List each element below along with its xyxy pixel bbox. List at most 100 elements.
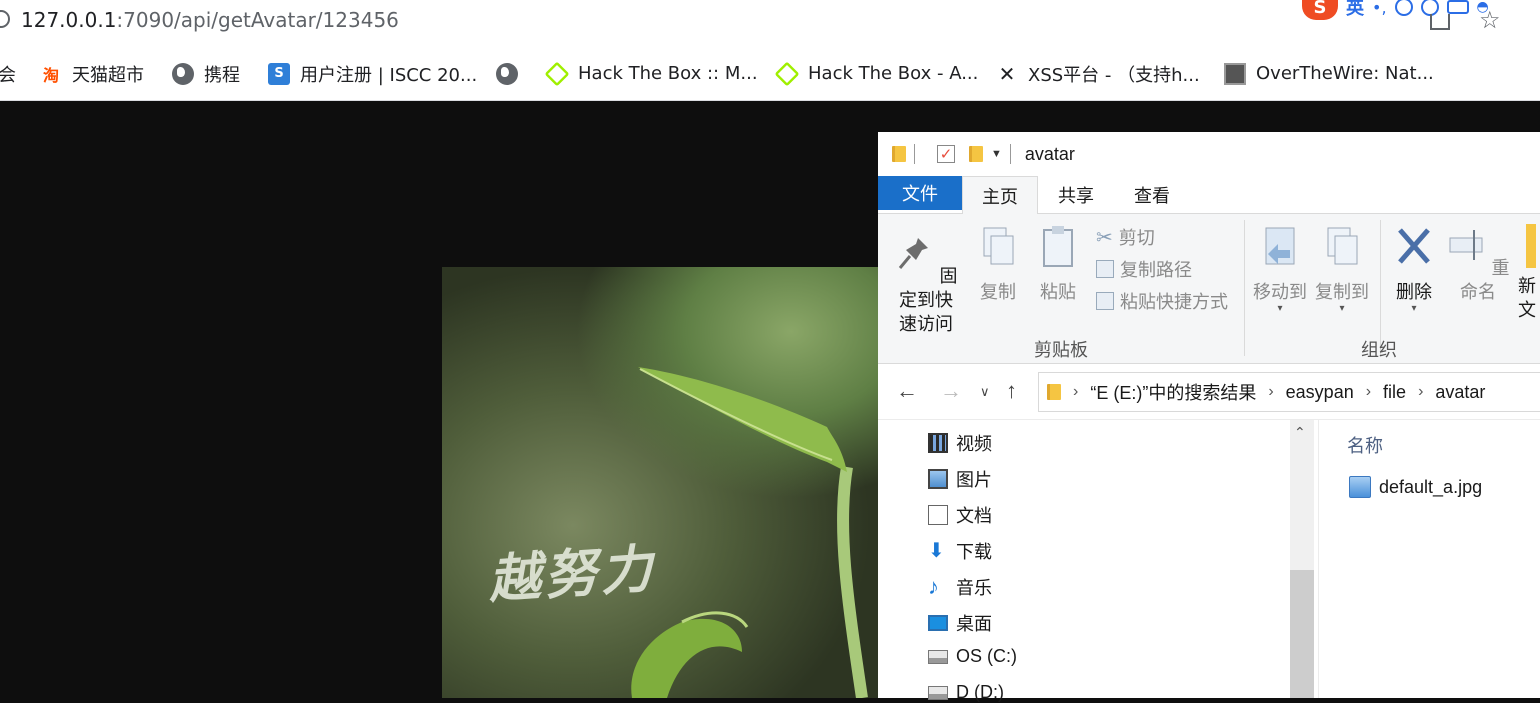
nav-item-label: 下载 [956,542,992,562]
image-file-icon [1349,476,1371,498]
new-label-line2: 文 [1518,300,1536,320]
nav-pane-scrollbar[interactable]: ⌃ [1290,420,1314,698]
tab-share[interactable]: 共享 [1058,176,1094,214]
copy-to-label: 复制到 [1315,282,1369,302]
paste-button[interactable]: 粘贴 [1030,224,1086,304]
nav-item-label: 图片 [956,470,992,490]
bookmark-item[interactable]: S 用户注册 | ISCC 20... [268,46,477,101]
move-to-icon [1265,227,1295,265]
breadcrumb-separator-icon[interactable]: › [1268,383,1273,401]
nav-item-desktop[interactable]: 桌面 [928,610,992,636]
column-header-name[interactable]: 名称 [1347,432,1383,458]
url-field[interactable]: 127.0.0.1:7090/api/getAvatar/123456 [21,8,399,32]
breadcrumb-item[interactable]: easypan [1286,382,1354,403]
breadcrumb-item[interactable]: avatar [1435,382,1485,403]
ime-toolbar: S 英 •, ◓ [1302,0,1489,20]
bookmark-label: Hack The Box - A... [808,63,979,84]
new-folder-icon[interactable] [969,146,983,162]
rename-icon [1449,230,1483,260]
window-title: avatar [1024,143,1075,164]
new-folder-icon [1526,224,1536,268]
video-icon [928,433,948,453]
downloads-icon: ⬇ [928,540,945,562]
tab-home[interactable]: 主页 [962,176,1038,215]
scroll-up-chevron-icon[interactable]: ⌃ [1294,424,1306,441]
tab-file[interactable]: 文件 [878,176,962,210]
breadcrumb-separator-icon[interactable]: › [1366,383,1371,401]
ime-keyboard-icon[interactable] [1446,0,1469,14]
avatar-image: 越努力 [442,267,878,698]
breadcrumb-item[interactable]: “E (E:)”中的搜索结果 [1090,379,1256,405]
bookmark-item[interactable]: 携程 [172,46,240,101]
move-to-button[interactable]: 移动到 ▾ [1250,224,1310,314]
breadcrumb-separator-icon[interactable]: › [1073,383,1078,401]
rename-button[interactable]: 重命名 [1446,224,1510,304]
bookmark-item[interactable]: 会 [0,46,16,101]
copy-path-button[interactable]: 复制路径 [1096,256,1192,282]
copy-path-icon [1096,260,1114,278]
bookmark-item[interactable]: Hack The Box - A... [774,46,979,101]
up-arrow-icon[interactable]: ↑ [1006,378,1017,404]
bookmark-item[interactable] [496,46,518,101]
back-arrow-icon[interactable]: ← [896,378,918,404]
scrollbar-thumb[interactable] [1290,570,1314,698]
folder-icon [1047,384,1061,400]
navigation-bar: ← → ∨ ↑ › “E (E:)”中的搜索结果 › easypan › fil… [878,364,1540,420]
url-path: :7090/api/getAvatar/123456 [116,8,399,32]
forward-arrow-icon[interactable]: → [940,378,962,404]
toolbar-divider [914,144,915,164]
nav-item-music[interactable]: ♪ 音乐 [928,574,992,600]
chevron-down-icon: ▾ [1411,303,1417,314]
breadcrumb-item[interactable]: file [1383,382,1406,403]
delete-button[interactable]: 删除 ▾ [1386,224,1442,314]
move-to-label: 移动到 [1253,282,1307,302]
bookmark-star-icon[interactable]: ☆ [1479,6,1501,34]
delete-x-icon [1398,228,1430,264]
scissors-icon: ✂ [1096,226,1113,249]
nav-item-documents[interactable]: 文档 [928,502,992,528]
share-icon[interactable] [1430,14,1450,30]
ime-emoji-icon[interactable] [1394,0,1413,16]
file-list: 名称 default_a.jpg [1318,420,1540,698]
recent-locations-chevron-icon[interactable]: ∨ [980,384,990,400]
tab-view[interactable]: 查看 [1134,176,1170,214]
bookmark-item[interactable]: ✕ XSS平台 - （支持h... [996,46,1200,101]
url-host: 127.0.0.1 [21,8,117,32]
bookmark-label: OverTheWire: Nat... [1256,63,1434,84]
bookmark-item[interactable]: 淘 天猫超市 [40,46,144,101]
copy-button[interactable]: 复制 [970,224,1026,304]
nav-item-downloads[interactable]: ⬇ 下载 [928,538,992,564]
cut-button[interactable]: ✂ 剪切 [1096,224,1155,250]
paste-icon [1043,226,1073,267]
ime-punctuation-icon[interactable]: •, [1372,0,1387,17]
nav-item-drive-c[interactable]: OS (C:) [928,646,1017,667]
new-label-line1: 新 [1518,276,1536,296]
hackthebox-icon [544,61,570,86]
copy-to-button[interactable]: 复制到 ▾ [1312,224,1372,314]
sogou-ime-icon[interactable]: S [1302,0,1338,20]
globe-icon [172,62,194,85]
image-caption: 越努力 [486,538,659,611]
ime-language-toggle[interactable]: 英 [1346,0,1364,20]
pictures-icon [928,469,948,489]
music-icon: ♪ [928,574,939,599]
bookmark-label: 会 [0,64,16,86]
site-info-icon[interactable] [0,10,10,28]
nav-item-drive-d[interactable]: D (D:) [928,682,1004,703]
nav-item-videos[interactable]: 视频 [928,430,992,456]
list-item[interactable]: default_a.jpg [1349,476,1482,498]
paste-shortcut-button[interactable]: 粘贴快捷方式 [1096,288,1228,314]
pin-label-line2: 速访问 [899,314,953,334]
delete-label: 删除 [1396,282,1432,302]
properties-icon[interactable]: ✓ [937,145,955,163]
new-folder-button[interactable]: 新 文 [1518,224,1540,322]
bookmark-item[interactable]: Hack The Box :: M... [544,46,758,101]
seedling-illustration [631,367,868,698]
folder-icon [892,146,906,162]
breadcrumb[interactable]: › “E (E:)”中的搜索结果 › easypan › file › avat… [1038,372,1540,412]
bookmark-item[interactable]: OverTheWire: Nat... [1224,46,1434,101]
nav-item-pictures[interactable]: 图片 [928,466,992,492]
breadcrumb-separator-icon[interactable]: › [1418,383,1423,401]
customize-toolbar-chevron-icon[interactable]: ▼ [991,148,1002,160]
pin-to-quick-access-button[interactable]: 固定到快 速访问 [888,232,964,336]
